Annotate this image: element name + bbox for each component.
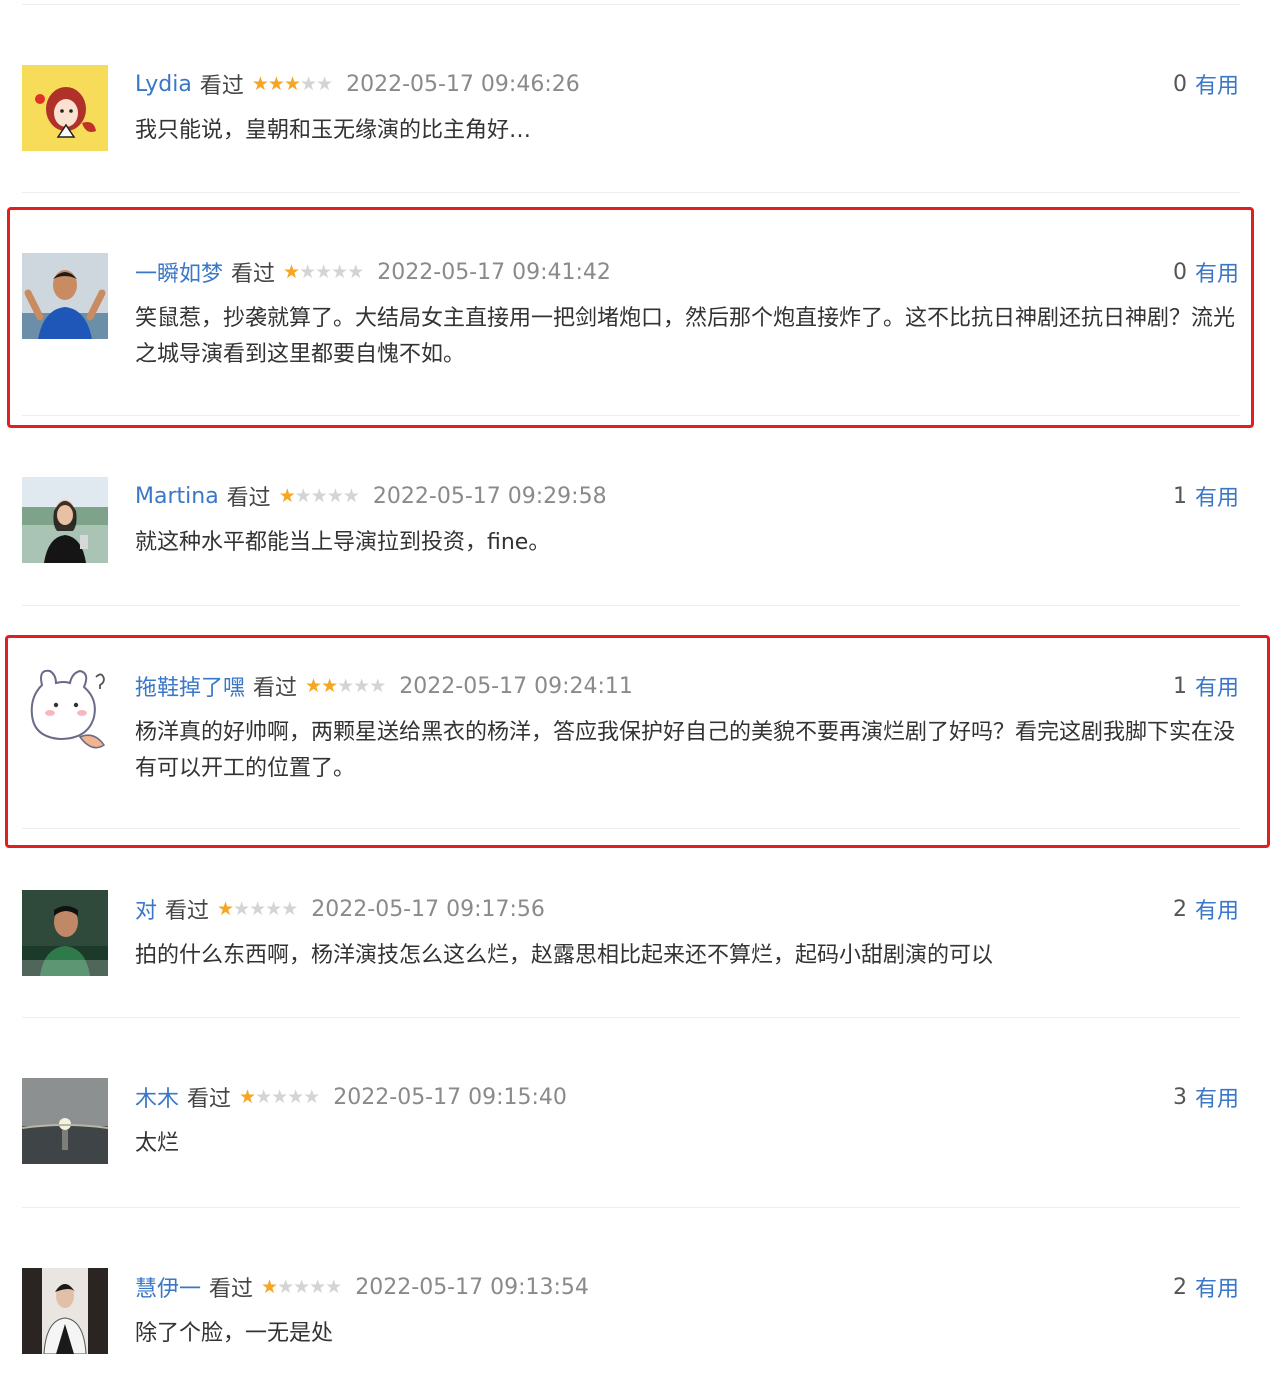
comment-text: 太烂 [135, 1131, 180, 1156]
useful-count: 1 [1172, 483, 1187, 509]
star-icon: ★ [217, 898, 234, 920]
comment-text: 除了个脸，一无是处 [135, 1321, 334, 1346]
star-icon: ★ [233, 898, 250, 920]
useful-button[interactable]: 有用 [1195, 68, 1239, 100]
star-icon: ★ [283, 73, 301, 95]
useful-button[interactable]: 有用 [1195, 1271, 1239, 1303]
watched-label: 看过 [187, 1087, 232, 1112]
comment-time: 2022-05-17 09:17:56 [311, 896, 545, 922]
star-icon: ★ [309, 1276, 326, 1298]
star-icon: ★ [267, 73, 285, 95]
comment-meta: 木木 看过 ★ ★ ★ ★ ★ 2022-05-17 09:15:40 [135, 1081, 567, 1113]
star-icon: ★ [293, 1276, 310, 1298]
watched-label: 看过 [199, 74, 244, 99]
star-icon: ★ [342, 485, 360, 507]
highlight-box [5, 635, 1270, 848]
useful-count: 3 [1172, 1084, 1187, 1110]
star-icon: ★ [310, 485, 328, 507]
top-divider [22, 4, 1240, 5]
useful-vote[interactable]: 1 有用 [1172, 480, 1239, 512]
comment-time: 2022-05-17 09:15:40 [333, 1084, 567, 1110]
avatar[interactable] [22, 1268, 108, 1354]
username-link[interactable]: 对 [135, 893, 157, 925]
star-icon: ★ [255, 1086, 272, 1108]
useful-count: 2 [1172, 896, 1187, 922]
watched-label: 看过 [165, 899, 210, 924]
star-icon: ★ [294, 485, 312, 507]
star-icon: ★ [249, 898, 266, 920]
username-link[interactable]: 慧伊一 [135, 1271, 201, 1303]
star-rating: ★ ★ ★ ★ ★ [278, 485, 360, 507]
useful-count: 2 [1172, 1274, 1187, 1300]
comment-text: 我只能说，皇朝和玉无缘演的比主角好… [135, 118, 532, 143]
star-icon: ★ [277, 1276, 294, 1298]
watched-label: 看过 [209, 1277, 254, 1302]
star-icon: ★ [325, 1276, 342, 1298]
star-icon: ★ [287, 1086, 304, 1108]
star-icon: ★ [239, 1086, 256, 1108]
useful-vote[interactable]: 0 有用 [1172, 68, 1239, 100]
star-rating: ★ ★ ★ ★ ★ [239, 1086, 320, 1108]
star-rating: ★ ★ ★ ★ ★ [261, 1276, 342, 1298]
star-icon: ★ [265, 898, 282, 920]
comment-time: 2022-05-17 09:46:26 [346, 71, 580, 97]
username-link[interactable]: Lydia [135, 72, 192, 97]
username-link[interactable]: 木木 [135, 1081, 179, 1113]
star-icon: ★ [299, 73, 317, 95]
useful-vote[interactable]: 2 有用 [1172, 893, 1239, 925]
avatar[interactable] [22, 65, 108, 151]
star-icon: ★ [271, 1086, 288, 1108]
star-icon: ★ [303, 1086, 320, 1108]
comment-meta: Lydia 看过 ★ ★ ★ ★ ★ 2022-05-17 09:46:26 [135, 69, 580, 100]
star-icon: ★ [326, 485, 344, 507]
divider [22, 1017, 1240, 1018]
comment-time: 2022-05-17 09:29:58 [372, 483, 607, 509]
username-link[interactable]: Martina [135, 484, 219, 509]
star-icon: ★ [316, 73, 333, 95]
divider [22, 605, 1240, 606]
star-rating: ★ ★ ★ ★ ★ [217, 898, 298, 920]
avatar[interactable] [22, 890, 108, 976]
star-rating: ★ ★ ★ ★ ★ [251, 73, 333, 95]
divider [22, 192, 1240, 193]
comment-meta: 慧伊一 看过 ★ ★ ★ ★ ★ 2022-05-17 09:13:54 [135, 1271, 589, 1303]
watched-label: 看过 [226, 486, 271, 511]
comment-text: 就这种水平都能当上导演拉到投资，fine。 [135, 530, 551, 555]
useful-button[interactable]: 有用 [1195, 893, 1239, 925]
avatar[interactable] [22, 477, 108, 563]
avatar[interactable] [22, 1078, 108, 1164]
useful-button[interactable]: 有用 [1195, 1081, 1239, 1113]
highlight-box [7, 207, 1254, 428]
star-icon: ★ [281, 898, 298, 920]
comment-text: 拍的什么东西啊，杨洋演技怎么这么烂，赵露思相比起来还不算烂，起码小甜剧演的可以 [135, 943, 994, 968]
useful-count: 0 [1172, 71, 1187, 97]
useful-vote[interactable]: 3 有用 [1172, 1081, 1239, 1113]
comment-meta: 对 看过 ★ ★ ★ ★ ★ 2022-05-17 09:17:56 [135, 893, 545, 925]
comment-time: 2022-05-17 09:13:54 [355, 1274, 589, 1300]
star-icon: ★ [251, 73, 269, 95]
star-icon: ★ [261, 1276, 278, 1298]
comment-meta: Martina 看过 ★ ★ ★ ★ ★ 2022-05-17 09:29:58 [135, 481, 607, 512]
useful-button[interactable]: 有用 [1195, 480, 1239, 512]
divider [22, 1207, 1240, 1208]
useful-vote[interactable]: 2 有用 [1172, 1271, 1239, 1303]
star-icon: ★ [278, 485, 296, 507]
